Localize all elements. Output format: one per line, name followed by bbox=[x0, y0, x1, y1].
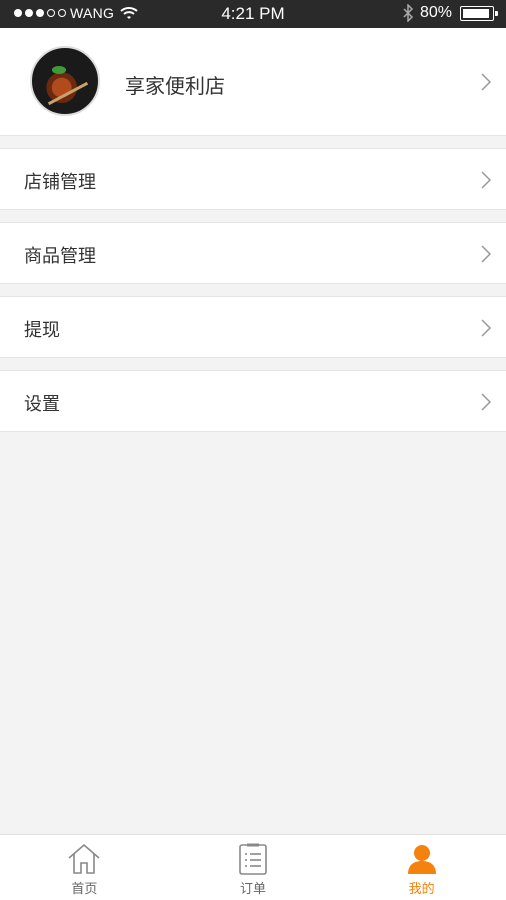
store-profile-row[interactable]: 享家便利店 bbox=[0, 28, 506, 136]
bottom-tab-bar: 首页 订单 我的 bbox=[0, 834, 506, 900]
chevron-right-icon bbox=[481, 171, 492, 189]
store-name: 享家便利店 bbox=[125, 74, 225, 98]
menu-item-label: 店铺管理 bbox=[24, 172, 96, 193]
store-avatar bbox=[30, 46, 100, 116]
status-bar: WANG 4:21 PM 80% bbox=[0, 0, 506, 28]
chevron-right-icon bbox=[481, 319, 492, 337]
bluetooth-icon bbox=[403, 4, 414, 22]
tab-label: 首页 bbox=[71, 882, 98, 897]
chevron-right-icon bbox=[481, 245, 492, 263]
menu-item-withdraw[interactable]: 提现 bbox=[0, 296, 506, 358]
user-icon bbox=[407, 845, 436, 874]
menu-item-label: 商品管理 bbox=[24, 246, 96, 267]
tab-label: 我的 bbox=[408, 882, 435, 897]
tab-orders[interactable]: 订单 bbox=[169, 835, 338, 900]
tab-mine[interactable]: 我的 bbox=[337, 835, 506, 900]
status-bar-right: 80% bbox=[402, 4, 498, 22]
home-icon bbox=[68, 843, 100, 874]
menu-item-product-management[interactable]: 商品管理 bbox=[0, 222, 506, 284]
chevron-right-icon bbox=[481, 73, 492, 91]
battery-percent: 80% bbox=[419, 4, 452, 21]
menu-item-label: 设置 bbox=[24, 394, 60, 415]
menu-item-label: 提现 bbox=[24, 320, 60, 341]
tab-home[interactable]: 首页 bbox=[0, 835, 169, 900]
order-list-icon bbox=[239, 843, 267, 875]
battery-icon bbox=[460, 5, 498, 21]
menu-item-store-management[interactable]: 店铺管理 bbox=[0, 148, 506, 210]
menu-item-settings[interactable]: 设置 bbox=[0, 370, 506, 432]
tab-label: 订单 bbox=[240, 882, 267, 897]
chevron-right-icon bbox=[481, 393, 492, 411]
